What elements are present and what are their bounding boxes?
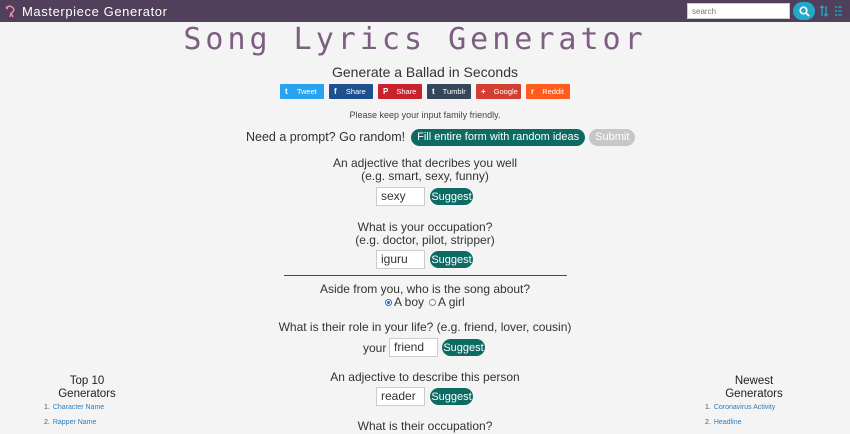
facebook-share-button[interactable]: f Share [329, 84, 373, 99]
role-input[interactable]: friend [389, 338, 438, 357]
boy-radio-label: A boy [394, 295, 425, 309]
adjective-input[interactable]: sexy [376, 187, 425, 206]
random-prompt-row: Need a prompt? Go random! Fill entire fo… [246, 128, 636, 146]
flamingo-logo-icon [5, 5, 15, 18]
top-navbar: Masterpiece Generator [0, 0, 850, 22]
submit-button[interactable]: Submit [589, 128, 636, 146]
random-prompt-text: Need a prompt? Go random! [246, 130, 406, 144]
boy-radio[interactable] [385, 298, 392, 306]
top-generator-item[interactable]: 2. Rapper Name [44, 419, 104, 434]
twitter-icon: t [285, 87, 288, 96]
section-divider [284, 275, 567, 276]
newest-generator-item[interactable]: 1. Coronavirus Activity [705, 404, 775, 419]
subject-radio-group: A boy A girl [385, 295, 465, 309]
occupation-hint: (e.g. doctor, pilot, stripper) [355, 233, 495, 247]
search-icon [798, 5, 810, 17]
random-fill-button[interactable]: Fill entire form with random ideas [411, 128, 586, 146]
pinterest-share-button[interactable]: P Share [378, 84, 422, 99]
family-friendly-note: Please keep your input family friendly. [349, 110, 501, 120]
pinterest-icon: P [383, 87, 389, 96]
top-generators-heading: Top 10 Generators [58, 375, 116, 400]
newest-generator-item[interactable]: 2. Headline [705, 419, 775, 434]
twitter-share-button[interactable]: t Tweet [280, 84, 324, 99]
search-button[interactable] [793, 2, 815, 20]
top-generator-item[interactable]: 1. Character Name [44, 404, 104, 419]
girl-radio[interactable] [429, 298, 437, 306]
their-adjective-suggest-button[interactable]: Suggest [430, 388, 473, 405]
tumblr-icon: t [432, 87, 435, 96]
search-input[interactable] [687, 3, 790, 19]
girl-radio-label: A girl [438, 295, 465, 309]
role-suggest-button[interactable]: Suggest [442, 339, 485, 356]
menu-icon[interactable] [833, 5, 843, 17]
page-title: Song Lyrics Generator [183, 22, 647, 57]
subject-question: Aside from you, who is the song about? [319, 282, 531, 296]
role-question: What is their role in your life? (e.g. f… [278, 320, 572, 334]
tumblr-share-button[interactable]: t Tumblr [427, 84, 471, 99]
occupation-input[interactable]: iguru [376, 250, 425, 269]
reddit-share-button[interactable]: r Reddit [526, 84, 570, 99]
brand-name: Masterpiece Generator [22, 3, 168, 19]
brand-link[interactable]: Masterpiece Generator [4, 2, 168, 20]
their-adjective-input[interactable]: reader [376, 387, 425, 406]
adjective-hint: (e.g. smart, sexy, funny) [361, 169, 489, 183]
reddit-icon: r [531, 87, 535, 96]
page-subtitle: Generate a Ballad in Seconds [331, 64, 518, 80]
sort-icon[interactable] [819, 5, 829, 17]
facebook-icon: f [334, 87, 337, 96]
occupation-suggest-button[interactable]: Suggest [430, 251, 473, 268]
role-prefix: your [363, 341, 387, 355]
google-plus-icon: + [481, 87, 486, 96]
adjective-suggest-button[interactable]: Suggest [430, 188, 473, 205]
google-share-button[interactable]: + Google [476, 84, 521, 99]
newest-generators-heading: Newest Generators [725, 375, 783, 400]
